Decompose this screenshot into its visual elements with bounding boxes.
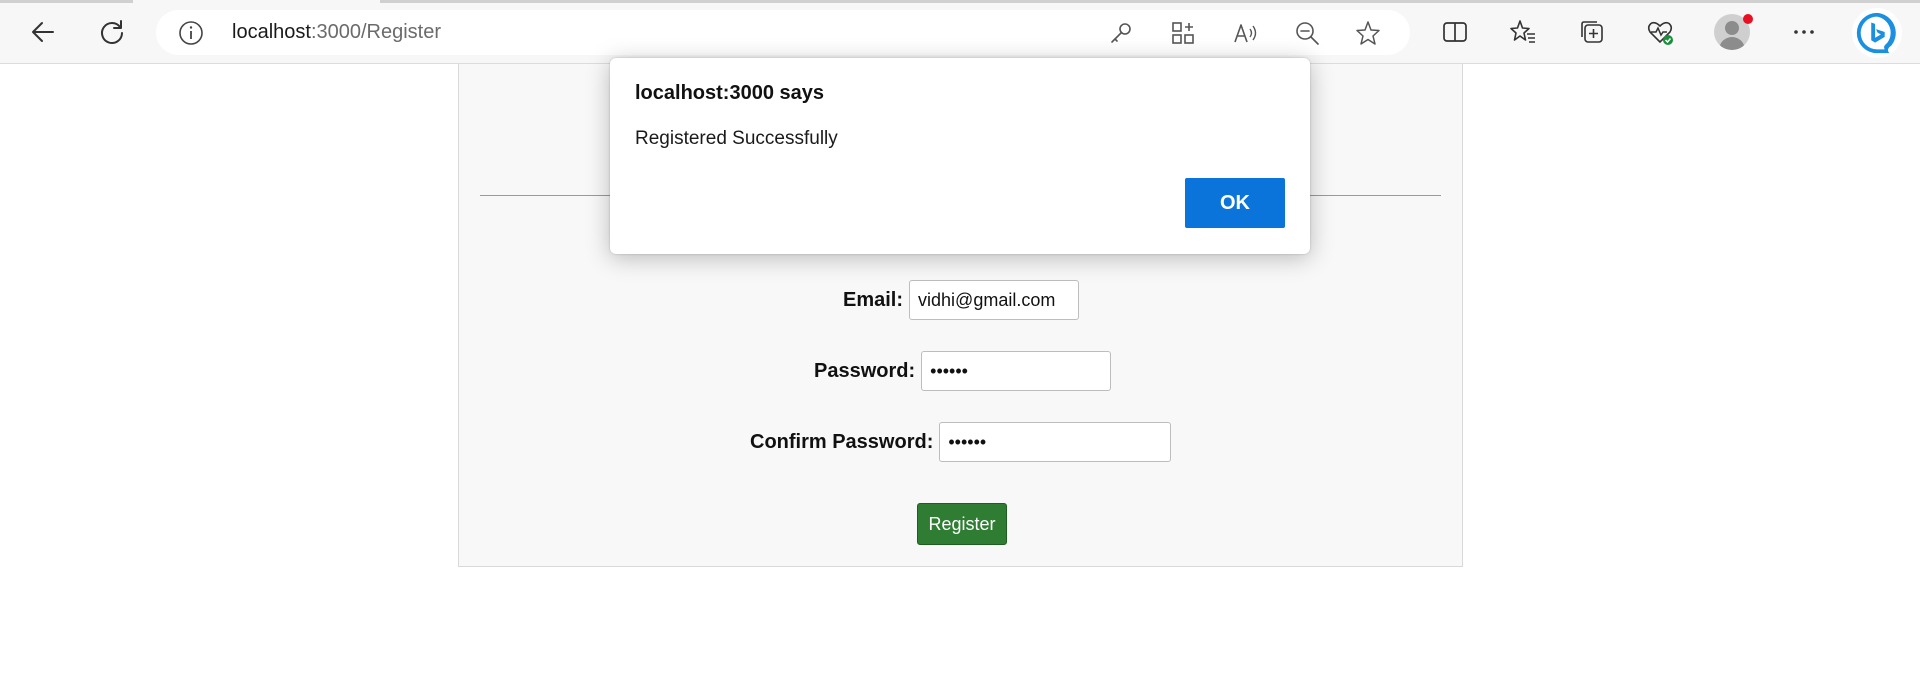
- refresh-icon: [101, 20, 123, 44]
- profile-icon: [1725, 21, 1739, 35]
- email-field[interactable]: [909, 280, 1080, 320]
- collections-icon: [1581, 21, 1603, 43]
- alert-dialog: localhost:3000 says Registered Successfu…: [610, 58, 1310, 254]
- favorites-icon: [1510, 20, 1535, 43]
- zoom-out-icon: [1296, 22, 1319, 45]
- browser-essentials-button[interactable]: [1640, 12, 1680, 52]
- more-button[interactable]: [1784, 12, 1824, 52]
- password-row: Password:: [814, 351, 1112, 391]
- url-text[interactable]: localhost:3000/Register: [232, 19, 441, 45]
- url-host: localhost: [232, 21, 311, 43]
- back-icon: [32, 22, 54, 42]
- more-icon: [1794, 30, 1814, 34]
- email-label: Email:: [843, 288, 904, 311]
- dialog-title: localhost:3000 says: [635, 82, 824, 104]
- split-screen-button[interactable]: [1435, 12, 1475, 52]
- apps-button[interactable]: [1168, 18, 1198, 48]
- confirm-password-row: Confirm Password:: [750, 422, 1172, 462]
- favorite-button[interactable]: [1353, 18, 1383, 48]
- tab-strip-edge: [380, 0, 1920, 3]
- ok-button[interactable]: OK: [1185, 178, 1285, 228]
- password-key-icon: [1111, 23, 1131, 43]
- bing-chat-icon: [1856, 12, 1896, 54]
- password-field[interactable]: [921, 351, 1112, 391]
- browser-toolbar: localhost:3000/Register: [0, 0, 1920, 64]
- browser-essentials-icon: [1647, 21, 1673, 45]
- read-aloud-icon: [1234, 24, 1257, 43]
- split-screen-icon: [1443, 22, 1467, 42]
- url-path: :3000/Register: [310, 21, 442, 43]
- zoom-out-button[interactable]: [1292, 18, 1322, 48]
- site-info-icon[interactable]: [178, 20, 204, 46]
- register-button[interactable]: Register: [917, 503, 1007, 545]
- password-label: Password:: [814, 359, 916, 382]
- profile-icon-body: [1719, 37, 1745, 50]
- bing-chat-button[interactable]: [1852, 8, 1902, 58]
- profile-notification-badge: [1743, 14, 1753, 24]
- collections-button[interactable]: [1572, 12, 1612, 52]
- confirm-password-label: Confirm Password:: [750, 430, 934, 453]
- dialog-message: Registered Successfully: [635, 128, 838, 149]
- password-key-button[interactable]: [1106, 18, 1136, 48]
- read-aloud-button[interactable]: [1230, 18, 1260, 48]
- favorite-star-icon: [1356, 21, 1380, 45]
- refresh-button[interactable]: [92, 12, 132, 52]
- address-bar[interactable]: localhost:3000/Register: [156, 10, 1410, 55]
- confirm-password-field[interactable]: [939, 422, 1172, 462]
- favorites-button[interactable]: [1503, 12, 1543, 52]
- apps-icon: [1172, 22, 1194, 44]
- back-button[interactable]: [23, 12, 63, 52]
- email-row: Email:: [843, 280, 1080, 320]
- active-tab-indicator: [0, 0, 133, 3]
